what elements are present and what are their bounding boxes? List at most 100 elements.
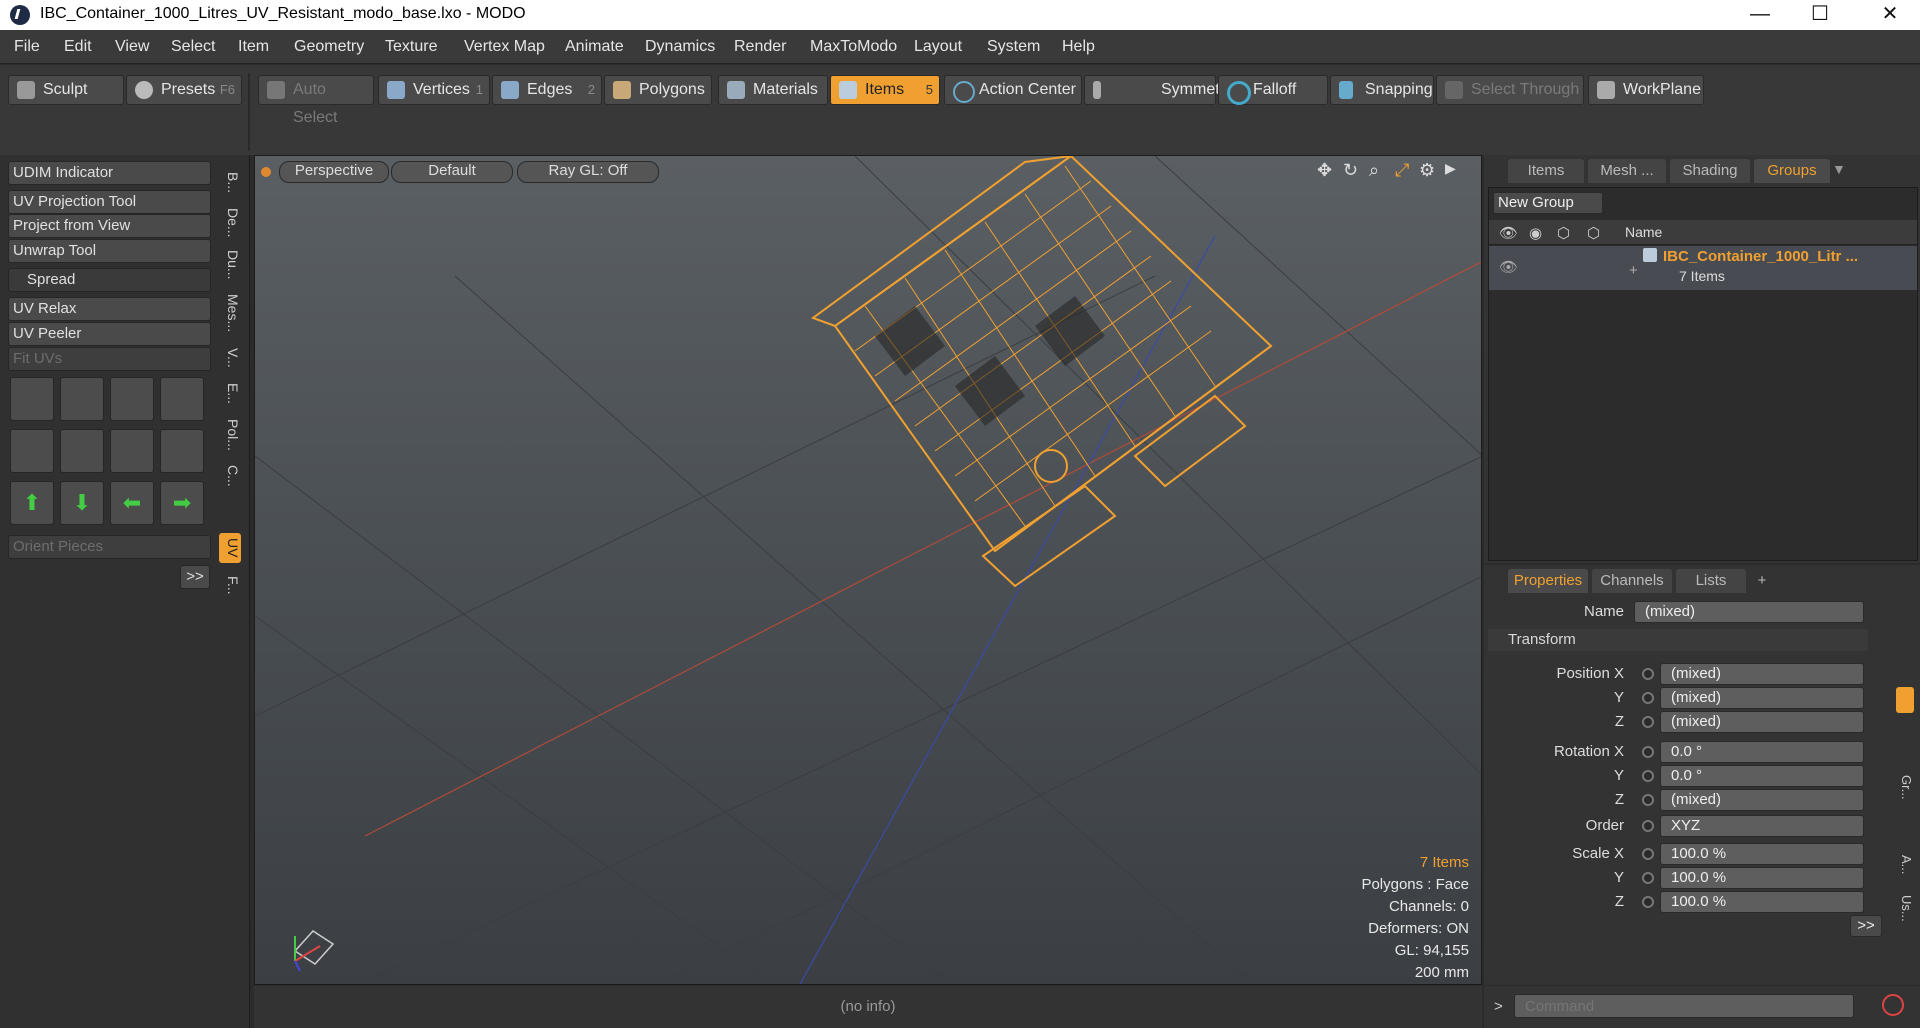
menu-system[interactable]: System	[987, 38, 1040, 56]
tab-de[interactable]: De...	[219, 205, 241, 241]
workplane-button[interactable]: WorkPlane	[1588, 75, 1704, 105]
property-field[interactable]: XYZ	[1660, 815, 1864, 837]
animate-channel-icon[interactable]	[1642, 794, 1654, 806]
transform-section[interactable]: Transform	[1488, 629, 1868, 651]
property-field[interactable]: (mixed)	[1660, 789, 1864, 811]
maximize-button[interactable]: ☐	[1790, 0, 1850, 30]
uv-stitch-icon[interactable]	[10, 429, 54, 473]
pan-icon[interactable]: ✥	[1317, 160, 1332, 181]
viewport-options-icon[interactable]	[261, 167, 271, 177]
tab-v[interactable]: V...	[219, 343, 241, 373]
property-field[interactable]: (mixed)	[1660, 711, 1864, 733]
align-down-icon[interactable]: ⬇	[60, 481, 104, 525]
side-tab-active[interactable]	[1896, 687, 1914, 713]
uv-projection-tool-button[interactable]: UV Projection Tool	[8, 190, 211, 214]
tab-items[interactable]: Items	[1508, 159, 1584, 183]
select-through-button[interactable]: Select Through	[1436, 75, 1584, 105]
property-field[interactable]: 0.0 °	[1660, 765, 1864, 787]
property-field[interactable]: (mixed)	[1660, 663, 1864, 685]
menu-vertex-map[interactable]: Vertex Map	[464, 38, 545, 56]
uv-sphere-icon[interactable]	[160, 429, 204, 473]
vertices-button[interactable]: Vertices 1	[378, 75, 490, 105]
uv-peeler-button[interactable]: UV Peeler	[8, 322, 211, 346]
tab-f[interactable]: F...	[219, 567, 241, 603]
tab-b[interactable]: B...	[219, 165, 241, 201]
menu-render[interactable]: Render	[734, 38, 786, 56]
orient-pieces-button[interactable]: Orient Pieces	[8, 535, 211, 559]
minimize-button[interactable]: —	[1730, 0, 1790, 30]
uv-transform-icon[interactable]	[10, 377, 54, 421]
project-from-view-button[interactable]: Project from View	[8, 214, 211, 238]
record-icon[interactable]	[1882, 994, 1904, 1016]
uv-rotate-icon[interactable]	[60, 377, 104, 421]
menu-select[interactable]: Select	[171, 38, 215, 56]
uv-move-icon[interactable]	[110, 377, 154, 421]
uv-relax-button[interactable]: UV Relax	[8, 297, 211, 321]
tab-groups[interactable]: Groups	[1754, 159, 1830, 183]
shading-default-dropdown[interactable]: Default	[391, 161, 513, 183]
uv-grid-icon[interactable]	[60, 429, 104, 473]
side-tab-us[interactable]: Us...	[1896, 895, 1914, 922]
animate-channel-icon[interactable]	[1642, 716, 1654, 728]
menu-edit[interactable]: Edit	[64, 38, 92, 56]
auto-select-button[interactable]: Auto Select	[258, 75, 374, 126]
command-input[interactable]	[1514, 994, 1854, 1018]
menu-geometry[interactable]: Geometry	[294, 38, 364, 56]
spread-group[interactable]: Spread	[8, 268, 211, 292]
uv-pyramid-icon[interactable]	[110, 429, 154, 473]
property-field[interactable]: 0.0 °	[1660, 741, 1864, 763]
fit-icon[interactable]: ⤢	[1395, 160, 1409, 181]
edges-button[interactable]: Edges 2	[492, 75, 602, 105]
tab-e[interactable]: E...	[219, 379, 241, 409]
menu-maxtomodo[interactable]: MaxToModo	[810, 38, 897, 56]
expand-properties-button[interactable]: >>	[1850, 915, 1882, 937]
menu-layout[interactable]: Layout	[914, 38, 962, 56]
tabs-overflow-chevron-down-icon[interactable]: ▼	[1832, 161, 1846, 177]
menu-file[interactable]: File	[14, 38, 40, 56]
align-right-icon[interactable]: ➡	[160, 481, 204, 525]
tab-channels[interactable]: Channels	[1592, 569, 1672, 593]
3d-viewport[interactable]: Perspective Default Ray GL: Off ✥ ↻ ⌕ ⤢ …	[254, 155, 1482, 985]
animate-channel-icon[interactable]	[1642, 896, 1654, 908]
menu-item[interactable]: Item	[238, 38, 269, 56]
property-field[interactable]: 100.0 %	[1660, 843, 1864, 865]
animate-channel-icon[interactable]	[1642, 770, 1654, 782]
menu-dynamics[interactable]: Dynamics	[645, 38, 715, 56]
tab-mesh[interactable]: Mesh ...	[1588, 159, 1666, 183]
presets-button[interactable]: Presets F6	[126, 75, 242, 105]
property-field[interactable]: (mixed)	[1660, 687, 1864, 709]
fit-uvs-button[interactable]: Fit UVs	[8, 347, 211, 371]
tab-uv[interactable]: UV	[219, 533, 241, 563]
items-button[interactable]: Items 5	[830, 75, 940, 105]
animate-channel-icon[interactable]	[1642, 848, 1654, 860]
expand-plus-icon[interactable]: +	[1629, 262, 1638, 279]
viewport-menu-arrow-icon[interactable]: ▶	[1445, 160, 1456, 177]
perspective-dropdown[interactable]: Perspective	[279, 161, 389, 183]
symmetry-button[interactable]: Symmetry	[1084, 75, 1233, 105]
menu-texture[interactable]: Texture	[385, 38, 437, 56]
property-field[interactable]: 100.0 %	[1660, 867, 1864, 889]
gear-icon[interactable]: ⚙	[1419, 160, 1435, 181]
group-row[interactable]: 👁 + IBC_Container_1000_Litr ... 7 Items	[1489, 246, 1917, 290]
menu-animate[interactable]: Animate	[565, 38, 624, 56]
tab-lists[interactable]: Lists	[1676, 569, 1746, 593]
close-button[interactable]: ✕	[1860, 0, 1920, 30]
name-field[interactable]: (mixed)	[1634, 601, 1864, 623]
materials-button[interactable]: Materials	[718, 75, 828, 105]
polygons-button[interactable]: Polygons	[604, 75, 712, 105]
tab-pol[interactable]: Pol...	[219, 413, 241, 457]
new-group-button[interactable]: New Group	[1493, 192, 1603, 214]
zoom-icon[interactable]: ⌕	[1369, 160, 1379, 181]
menu-help[interactable]: Help	[1062, 38, 1095, 56]
menu-view[interactable]: View	[115, 38, 149, 56]
animate-channel-icon[interactable]	[1642, 746, 1654, 758]
animate-channel-icon[interactable]	[1642, 872, 1654, 884]
add-tab-button[interactable]: +	[1750, 569, 1774, 593]
expand-button[interactable]: >>	[180, 565, 210, 589]
animate-channel-icon[interactable]	[1642, 820, 1654, 832]
sculpt-button[interactable]: Sculpt	[8, 75, 124, 105]
raygl-toggle[interactable]: Ray GL: Off	[517, 161, 659, 183]
tab-mes[interactable]: Mes...	[219, 289, 241, 337]
visibility-eye-icon[interactable]: 👁	[1499, 258, 1518, 276]
falloff-button[interactable]: Falloff	[1218, 75, 1328, 105]
